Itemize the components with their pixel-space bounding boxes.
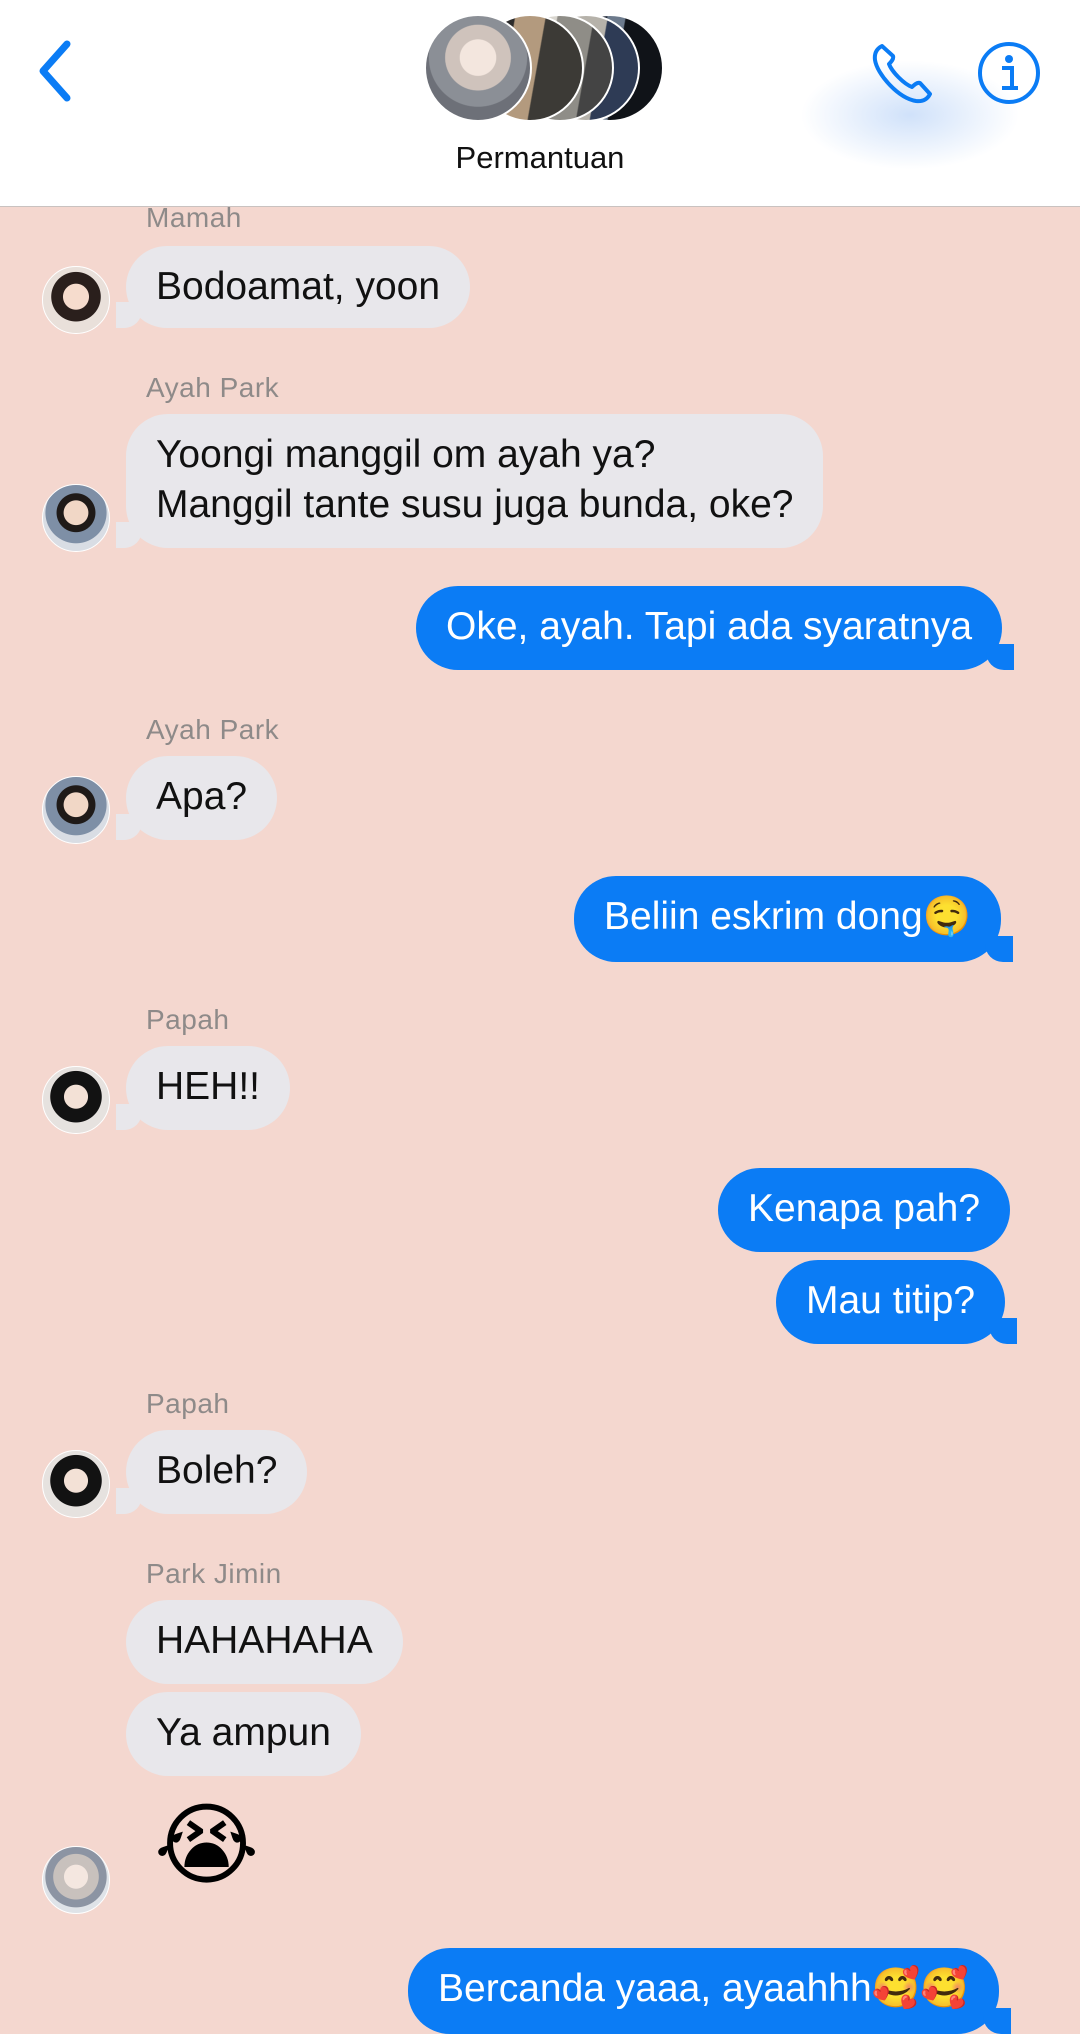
avatar[interactable] [42, 1066, 110, 1134]
message-text: Apa? [156, 775, 248, 818]
avatar [424, 14, 532, 122]
message-text: Oke, ayah. Tapi ada syaratnya [446, 605, 973, 648]
incoming-message[interactable]: Yoongi manggil om ayah ya? Manggil tante… [115, 414, 824, 548]
chevron-left-icon [39, 40, 71, 102]
avatar[interactable] [42, 1450, 110, 1518]
back-button[interactable] [30, 36, 80, 106]
incoming-message[interactable]: HAHAHAHA [126, 1600, 403, 1684]
incoming-message[interactable]: Bodoamat, yoon [115, 246, 471, 328]
outgoing-message[interactable]: Beliin eskrim dong🤤 [574, 876, 1014, 962]
info-icon [978, 42, 1040, 104]
outgoing-message[interactable]: Bercanda yaaa, ayaahhh🥰🥰 [408, 1948, 1011, 2034]
avatar[interactable] [42, 266, 110, 334]
sender-name: Ayah Park [146, 372, 280, 403]
sender-name: Papah [146, 1388, 230, 1419]
outgoing-message[interactable]: Kenapa pah? [718, 1168, 1011, 1252]
avatar[interactable] [42, 776, 110, 844]
message-text: HAHAHAHA [156, 1619, 373, 1662]
message-text: Boleh? [156, 1449, 278, 1492]
phone-icon [872, 44, 932, 104]
incoming-message[interactable]: Boleh? [115, 1430, 308, 1514]
message-text: HEH!! [156, 1065, 261, 1108]
message-text: Ya ampun [156, 1711, 331, 1754]
chat-header: Permantuan [0, 0, 1080, 207]
outgoing-message[interactable]: Oke, ayah. Tapi ada syaratnya [416, 586, 1015, 670]
message-text: Mau titip? [806, 1279, 976, 1322]
sender-name: Mamah [146, 202, 242, 233]
group-avatar-stack[interactable] [424, 14, 664, 122]
incoming-message[interactable]: Ya ampun [126, 1692, 361, 1776]
message-text: Beliin eskrim dong🤤 [604, 895, 972, 938]
sender-name: Park Jimin [146, 1558, 282, 1589]
incoming-message[interactable]: HEH!! [115, 1046, 291, 1130]
message-text: Bodoamat, yoon [156, 265, 441, 308]
sender-name: Ayah Park [146, 714, 280, 745]
emoji-message[interactable]: 😭 [154, 1796, 259, 1896]
avatar[interactable] [42, 1846, 110, 1914]
outgoing-message[interactable]: Mau titip? [776, 1260, 1018, 1344]
message-text: Bercanda yaaa, ayaahhh🥰🥰 [438, 1967, 969, 2010]
message-text: Kenapa pah? [748, 1187, 981, 1230]
sender-name: Papah [146, 1004, 230, 1035]
message-text: Manggil tante susu juga bunda, oke? [156, 483, 794, 526]
message-text: Yoongi manggil om ayah ya? [156, 433, 656, 476]
incoming-message[interactable]: Apa? [115, 756, 278, 840]
info-button[interactable] [976, 40, 1042, 106]
avatar[interactable] [42, 484, 110, 552]
call-button[interactable] [868, 38, 938, 108]
group-name[interactable]: Permantuan [340, 140, 740, 176]
